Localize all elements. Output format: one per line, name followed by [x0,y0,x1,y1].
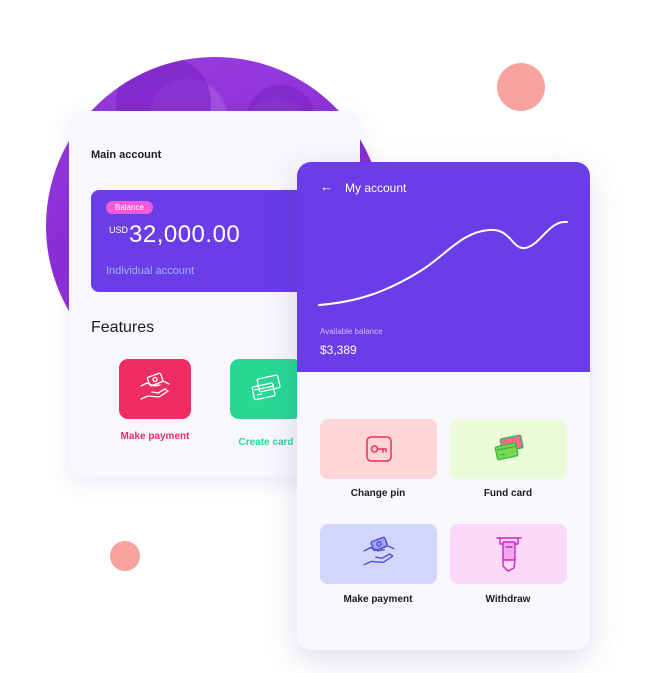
fund-card-label: Fund card [483,488,533,499]
balance-trend-line [318,220,568,306]
make-payment-action-label: Make payment [343,594,413,605]
my-account-card: ← My account Available balance $3,389 Ch… [297,162,590,650]
make-payment-label: Make payment [120,431,190,442]
fund-card-button[interactable] [450,419,567,479]
balance-badge: Balance [106,201,153,214]
key-icon [365,436,392,462]
available-balance-value: $3,389 [320,343,357,357]
create-card-button[interactable] [230,359,302,419]
change-pin-label: Change pin [350,488,406,499]
main-account-title: Main account [91,149,162,161]
arrow-left-icon[interactable]: ← [320,179,333,194]
change-pin-button[interactable] [320,419,437,479]
cards-icon [251,374,281,401]
my-account-title: My account [345,181,407,195]
balance-currency: USD [109,225,129,235]
features-title: Features [91,319,155,336]
photo-figure [116,57,211,117]
available-balance-label: Available balance [320,327,383,336]
cards-icon [494,434,524,461]
withdraw-button[interactable] [450,524,567,584]
make-payment-action-button[interactable] [320,524,437,584]
balance-amount: 32,000.00 [129,221,241,248]
balance-line-chart [318,220,568,306]
decorative-dot [497,63,545,111]
hand-money-icon [363,536,394,566]
hand-money-icon [140,372,170,400]
decorative-dot [110,541,140,571]
withdraw-label: Withdraw [485,594,531,605]
make-payment-button[interactable] [119,359,191,419]
account-header: ← My account Available balance $3,389 [297,162,590,372]
account-type: Individual account [106,265,195,277]
atm-withdraw-icon [495,537,522,572]
